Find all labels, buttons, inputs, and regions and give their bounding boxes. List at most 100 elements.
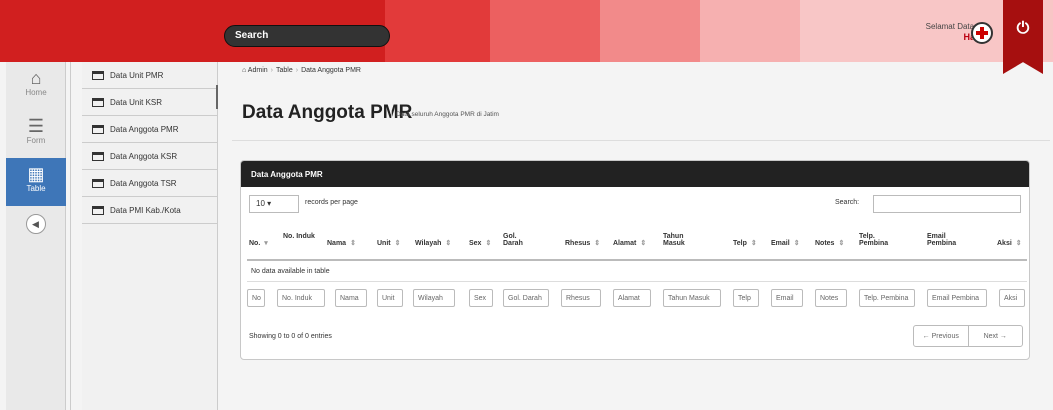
table-info: Showing 0 to 0 of 0 entries <box>249 333 332 340</box>
column-label: Wilayah <box>415 240 442 247</box>
column-label: Telp. Pembina <box>859 233 889 247</box>
submenu: Data Unit PMR Data Unit KSR Data Anggota… <box>82 62 218 410</box>
main-content: ⌂ Admin › Table › Data Anggota PMR Data Angg… <box>232 62 1050 410</box>
column-header-sex[interactable]: Sex ⇕ <box>469 239 491 247</box>
column-header-aksi[interactable]: Aksi ⇕ <box>997 239 1022 247</box>
sort-icon: ⇕ <box>445 240 452 247</box>
sort-icon: ⇕ <box>750 240 757 247</box>
sort-icon: ⇕ <box>350 240 356 247</box>
folder-icon <box>92 97 104 107</box>
table-header: No. ▾ No. Induk Nama ⇕ Unit ⇕ Wilayah ⇕ Sex ⇕… <box>247 225 1027 261</box>
nav-label-form: Form <box>26 136 46 145</box>
nav-item-home[interactable]: ⌂ Home <box>6 62 66 110</box>
column-header-notes[interactable]: Notes ⇕ <box>815 239 844 247</box>
column-label: Telp <box>733 240 747 247</box>
nav-label-home: Home <box>25 88 47 97</box>
filter-input-email-pembina[interactable]: Email Pembina <box>927 289 987 307</box>
submenu-item-data-unit-pmr[interactable]: Data Unit PMR <box>82 62 217 89</box>
home-icon: ⌂ <box>30 68 42 88</box>
filter-input-aksi[interactable]: Aksi <box>999 289 1025 307</box>
previous-page-button[interactable]: ← Previous <box>914 326 968 346</box>
records-per-page-label: records per page <box>305 199 358 206</box>
submenu-item-data-anggota-pmr[interactable]: Data Anggota PMR <box>82 116 217 143</box>
scrollbar[interactable] <box>216 85 218 109</box>
pagination: ← Previous Next → <box>913 325 1023 347</box>
column-label: Alamat <box>613 240 637 247</box>
records-per-page-select[interactable]: 10 ▾ <box>249 195 299 213</box>
page-subtitle: Data seluruh Anggota PMR di Jatim <box>391 111 499 118</box>
filter-input-wilayah[interactable]: Wilayah <box>413 289 455 307</box>
sort-icon: ⇕ <box>1015 240 1022 247</box>
column-header-unit[interactable]: Unit ⇕ <box>377 239 400 247</box>
column-header-telp[interactable]: Telp ⇕ <box>733 239 757 247</box>
filter-input-no-induk[interactable]: No. Induk <box>277 289 325 307</box>
nav-label-table: Table <box>26 184 46 193</box>
table-search-label: Search: <box>835 199 860 206</box>
column-header-nama[interactable]: Nama ⇕ <box>327 239 356 247</box>
column-header-email-pembina[interactable]: Email Pembina <box>927 233 971 247</box>
sort-icon: ▾ <box>264 240 268 247</box>
filter-input-telp[interactable]: Telp <box>733 289 759 307</box>
submenu-label: Data Unit KSR <box>110 97 163 107</box>
column-header-gol-darah[interactable]: Gol. Darah <box>503 233 537 247</box>
next-page-button[interactable]: Next → <box>967 326 1023 346</box>
filter-input-nama[interactable]: Nama <box>335 289 367 307</box>
records-per-page-value: 10 <box>256 199 265 208</box>
filter-input-sex[interactable]: Sex <box>469 289 493 307</box>
submenu-label: Data PMI Kab./Kota <box>110 205 181 215</box>
submenu-item-data-unit-ksr[interactable]: Data Unit KSR <box>82 89 217 116</box>
nav-item-table[interactable]: ▦ Table <box>6 158 66 206</box>
column-header-tahun-masuk[interactable]: Tahun Masuk <box>663 233 703 247</box>
filter-input-no[interactable]: No <box>247 289 265 307</box>
page-title: Data Anggota PMR <box>242 102 413 123</box>
collapse-sidebar-button[interactable]: ◀ <box>25 214 46 234</box>
folder-icon <box>92 151 104 161</box>
column-header-no-induk[interactable]: No. Induk <box>283 233 327 240</box>
column-header-rhesus[interactable]: Rhesus ⇕ <box>565 239 600 247</box>
divider <box>70 62 71 410</box>
column-label: Gol. Darah <box>503 233 523 247</box>
submenu-label: Data Anggota TSR <box>110 178 177 188</box>
search-input[interactable]: Search <box>224 25 390 47</box>
submenu-label: Data Unit PMR <box>110 70 164 80</box>
breadcrumb-admin[interactable]: Admin <box>248 67 268 74</box>
divider <box>232 140 1050 141</box>
filter-input-alamat[interactable]: Alamat <box>613 289 651 307</box>
column-header-alamat[interactable]: Alamat ⇕ <box>613 239 646 247</box>
home-icon: ⌂ <box>242 67 247 74</box>
column-header-email[interactable]: Email ⇕ <box>771 239 800 247</box>
breadcrumb-table[interactable]: Table <box>276 67 293 74</box>
panel-title: Data Anggota PMR <box>241 161 1029 187</box>
column-label: Email <box>771 240 790 247</box>
sort-icon: ⇕ <box>838 240 845 247</box>
filter-input-rhesus[interactable]: Rhesus <box>561 289 601 307</box>
filter-input-tahun-masuk[interactable]: Tahun Masuk <box>663 289 721 307</box>
column-label: Rhesus <box>565 240 591 247</box>
column-header-telp-pembina[interactable]: Telp. Pembina <box>859 233 899 247</box>
column-label: Aksi <box>997 240 1012 247</box>
table-controls: 10 ▾ records per page Search: <box>241 187 1029 217</box>
sort-icon: ⇕ <box>594 240 601 247</box>
nav-item-form[interactable]: ☰ Form <box>6 110 66 158</box>
submenu-item-data-anggota-ksr[interactable]: Data Anggota KSR <box>82 143 217 170</box>
column-label: Sex <box>469 240 482 247</box>
column-header-no[interactable]: No. ▾ <box>249 239 268 247</box>
column-label: Notes <box>815 240 835 247</box>
data-table-panel: Data Anggota PMR 10 ▾ records per page S… <box>240 160 1030 360</box>
filter-input-telp-pembina[interactable]: Telp. Pembina <box>859 289 915 307</box>
folder-icon <box>92 178 104 188</box>
submenu-label: Data Anggota KSR <box>110 151 178 161</box>
filter-input-unit[interactable]: Unit <box>377 289 403 307</box>
submenu-item-data-anggota-tsr[interactable]: Data Anggota TSR <box>82 170 217 197</box>
filter-input-email[interactable]: Email <box>771 289 803 307</box>
top-bar: Search Selamat Datang Hadi ⏻ <box>0 0 1053 74</box>
empty-table-message: No data available in table <box>247 261 1027 282</box>
filter-input-notes[interactable]: Notes <box>815 289 847 307</box>
sort-icon: ⇕ <box>793 240 800 247</box>
filter-input-gol-darah[interactable]: Gol. Darah <box>503 289 549 307</box>
submenu-item-data-pmi-kab-kota[interactable]: Data PMI Kab./Kota <box>82 197 217 224</box>
column-header-wilayah[interactable]: Wilayah ⇕ <box>415 239 451 247</box>
column-label: Tahun Masuk <box>663 233 685 247</box>
breadcrumb-separator: › <box>295 67 299 74</box>
table-search-input[interactable] <box>873 195 1021 213</box>
